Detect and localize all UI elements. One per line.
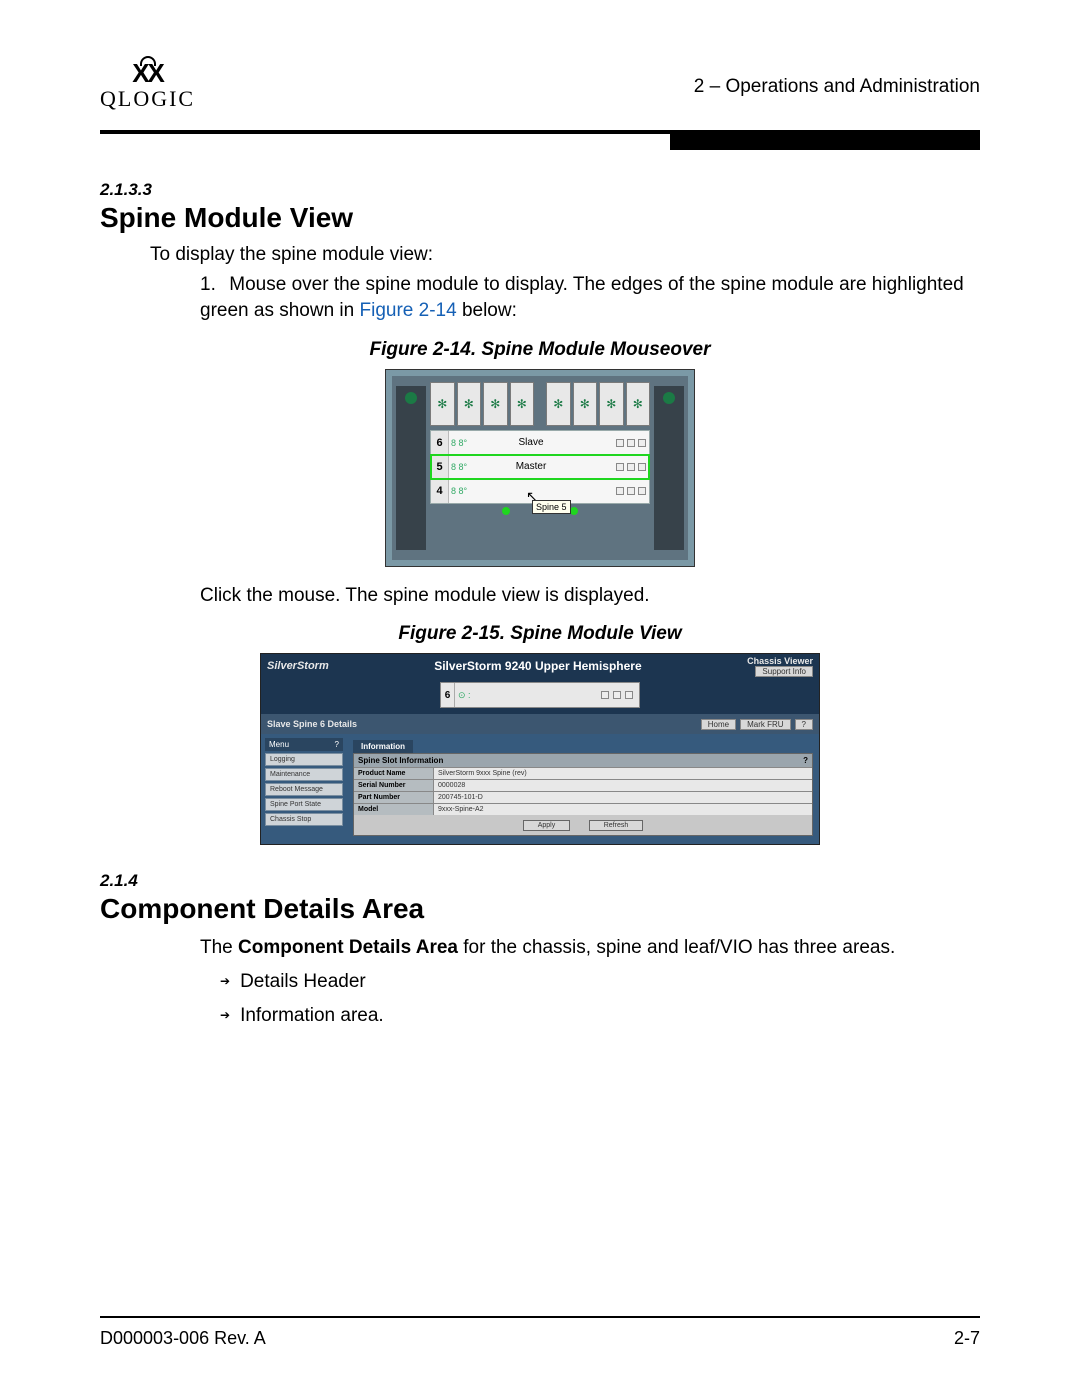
module-number: 6: [441, 683, 455, 707]
page-number: 2-7: [954, 1328, 980, 1349]
row-model-label: Model: [354, 804, 434, 815]
home-button[interactable]: Home: [701, 719, 736, 730]
bullet-list: Details Header Information area.: [220, 965, 980, 1033]
menu-header[interactable]: Menu?: [265, 738, 343, 751]
slot-5-label: Master: [483, 461, 579, 472]
mark-fru-button[interactable]: Mark FRU: [740, 719, 790, 730]
doc-id: D000003-006 Rev. A: [100, 1328, 266, 1349]
slot-5-leds: 8 8°: [449, 462, 483, 472]
refresh-button[interactable]: Refresh: [589, 820, 644, 831]
figure-2-14-image: 6 8 8° Slave 5 8 8° Master 4 8 8° ↖ Spin…: [385, 369, 695, 567]
help-icon[interactable]: ?: [803, 756, 808, 765]
slot-5-number: 5: [431, 455, 449, 478]
section-number-2133: 2.1.3.3: [100, 180, 980, 200]
row-product-name-label: Product Name: [354, 768, 434, 779]
support-info-button[interactable]: Support Info: [755, 666, 813, 677]
fan-icon: [546, 382, 571, 426]
figure-2-15-image: SilverStorm SilverStorm 9240 Upper Hemis…: [260, 653, 820, 845]
qlogic-logo: XX QLOGIC: [100, 60, 195, 112]
step-1: 1. Mouse over the spine module to displa…: [200, 272, 980, 323]
slot-6-number: 6: [431, 431, 449, 454]
logo-glyph-icon: XX: [132, 60, 163, 86]
spine-module-graphic[interactable]: 6 ⊙ :: [440, 682, 640, 708]
menu-item-maintenance[interactable]: Maintenance: [265, 768, 343, 781]
fan-icon: [626, 382, 651, 426]
chassis-viewer-titlebar: SilverStorm SilverStorm 9240 Upper Hemis…: [261, 654, 819, 678]
step-1-number: 1.: [200, 272, 224, 298]
chassis-right-panel: [654, 386, 684, 550]
breadcrumb-row: Slave Spine 6 Details Home Mark FRU ?: [261, 714, 819, 734]
product-title: SilverStorm 9240 Upper Hemisphere: [329, 659, 747, 673]
menu-sidebar: Menu? Logging Maintenance Reboot Message…: [261, 734, 347, 844]
figure-2-15-caption: Figure 2-15. Spine Module View: [100, 623, 980, 645]
section-title-component-details-area: Component Details Area: [100, 893, 980, 925]
apply-button[interactable]: Apply: [523, 820, 571, 831]
section-number-214: 2.1.4: [100, 871, 980, 891]
slot-6-leds: 8 8°: [449, 438, 483, 448]
menu-item-logging[interactable]: Logging: [265, 753, 343, 766]
header-rule: [100, 130, 980, 150]
fan-icon: [457, 382, 482, 426]
row-product-name-value: SilverStorm 9xxx Spine (rev): [434, 768, 812, 779]
information-tab[interactable]: Information: [353, 740, 413, 753]
chassis-viewer-label: Chassis Viewer: [747, 656, 813, 666]
row-part-number-value: 200745-101-D: [434, 792, 812, 803]
section-title-spine-module-view: Spine Module View: [100, 202, 980, 234]
fan-row: [430, 382, 650, 426]
step-1-text-a: Mouse over the spine module to display. …: [200, 274, 964, 321]
chassis-left-panel: [396, 386, 426, 550]
spine-details-crumb: Slave Spine 6 Details: [267, 719, 697, 729]
spine-slot-6[interactable]: 6 8 8° Slave: [431, 431, 649, 455]
step-1-text-b: below:: [457, 300, 517, 321]
silverstorm-logo: SilverStorm: [267, 660, 329, 672]
row-model-value: 9xxx-Spine-A2: [434, 804, 812, 815]
fan-icon: [510, 382, 535, 426]
row-serial-number-value: 0000028: [434, 780, 812, 791]
row-part-number-label: Part Number: [354, 792, 434, 803]
fan-icon: [573, 382, 598, 426]
intro-text: To display the spine module view:: [150, 244, 980, 266]
slot-4-number: 4: [431, 479, 449, 503]
fan-icon: [599, 382, 624, 426]
help-icon[interactable]: ?: [335, 740, 339, 749]
menu-item-spine-port-state[interactable]: Spine Port State: [265, 798, 343, 811]
page-header: XX QLOGIC 2 – Operations and Administrat…: [100, 60, 980, 122]
bullet-information-area: Information area.: [220, 999, 980, 1033]
menu-item-chassis-stop[interactable]: Chassis Stop: [265, 813, 343, 826]
fan-icon: [430, 382, 455, 426]
post-figure-1-text: Click the mouse. The spine module view i…: [200, 585, 980, 607]
slot-4-leds: 8 8°: [449, 486, 483, 496]
spine-slot-area: 6 8 8° Slave 5 8 8° Master 4 8 8°: [430, 430, 650, 504]
page-footer: D000003-006 Rev. A 2-7: [100, 1316, 980, 1349]
chapter-label: 2 – Operations and Administration: [694, 60, 980, 98]
spine-slot-5[interactable]: 5 8 8° Master: [431, 455, 649, 479]
spine-slot-info-panel: Spine Slot Information? Product NameSilv…: [353, 753, 813, 836]
logo-text: QLOGIC: [100, 86, 195, 112]
fan-icon: [483, 382, 508, 426]
menu-item-reboot-message[interactable]: Reboot Message: [265, 783, 343, 796]
figure-2-14-link[interactable]: Figure 2-14: [360, 300, 457, 321]
slot-6-label: Slave: [483, 437, 579, 448]
section-2-body: The Component Details Area for the chass…: [200, 935, 980, 961]
panel-header: Spine Slot Information: [358, 756, 443, 765]
figure-2-14-caption: Figure 2-14. Spine Module Mouseover: [100, 339, 980, 361]
help-button[interactable]: ?: [795, 719, 813, 730]
row-serial-number-label: Serial Number: [354, 780, 434, 791]
spine-5-tooltip: Spine 5: [532, 500, 571, 514]
bullet-details-header: Details Header: [220, 965, 980, 999]
